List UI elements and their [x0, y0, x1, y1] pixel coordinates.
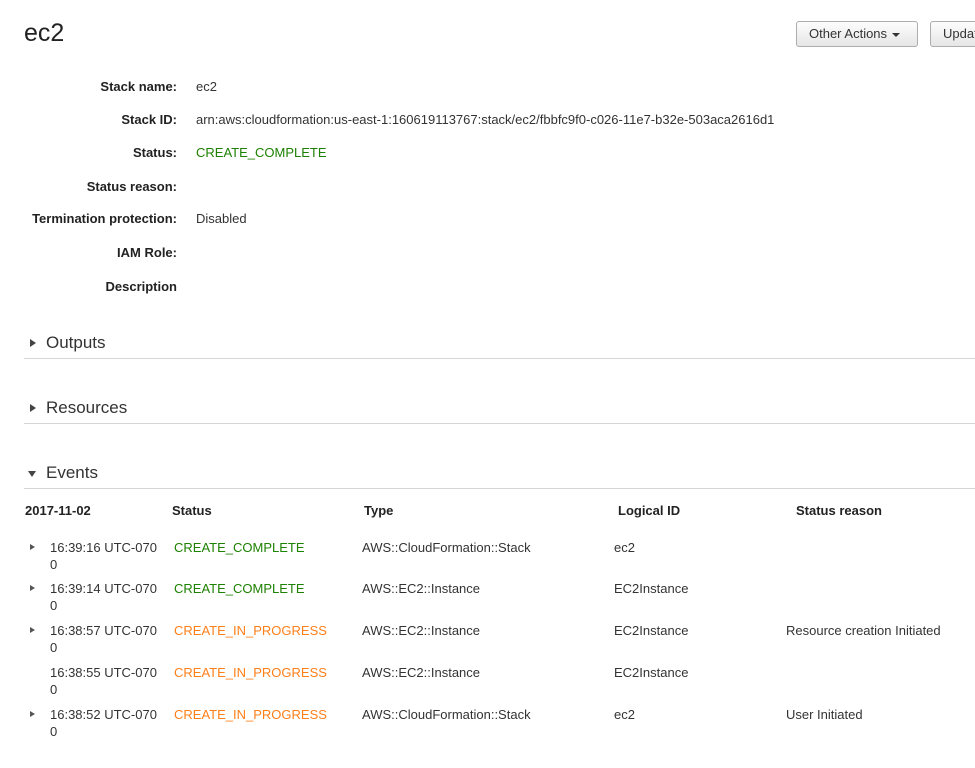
event-status: CREATE_IN_PROGRESS	[174, 707, 327, 722]
divider	[24, 358, 975, 359]
page-title: ec2	[24, 19, 65, 47]
event-type: AWS::EC2::Instance	[362, 623, 481, 638]
expand-row-icon[interactable]	[30, 544, 35, 550]
table-row[interactable]: 16:39:14 UTC-0700 CREATE_COMPLETE AWS::E…	[0, 581, 975, 621]
event-status: CREATE_IN_PROGRESS	[174, 665, 327, 680]
detail-label: Status reason:	[86, 179, 177, 194]
detail-label: Termination protection:	[32, 211, 177, 226]
section-title: Events	[46, 463, 98, 482]
divider	[24, 488, 975, 489]
detail-value: arn:aws:cloudformation:us-east-1:1606191…	[196, 112, 775, 127]
table-row[interactable]: 16:38:57 UTC-0700 CREATE_IN_PROGRESS AWS…	[0, 623, 975, 663]
event-time: 16:38:52 UTC-0700	[50, 707, 157, 739]
other-actions-button[interactable]: Other Actions	[796, 21, 918, 47]
event-status: CREATE_COMPLETE	[174, 581, 305, 596]
detail-label: Stack name:	[100, 79, 177, 94]
section-outputs-toggle[interactable]: Outputs	[24, 333, 975, 357]
caret-down-icon	[892, 32, 901, 37]
status-value: CREATE_COMPLETE	[196, 145, 327, 160]
collapse-arrow-icon	[28, 471, 36, 477]
event-status: CREATE_IN_PROGRESS	[174, 623, 327, 638]
event-time: 16:39:16 UTC-0700	[50, 540, 157, 572]
section-events-toggle[interactable]: Events	[24, 463, 975, 487]
section-resources-toggle[interactable]: Resources	[24, 398, 975, 422]
event-type: AWS::CloudFormation::Stack	[362, 540, 531, 555]
event-logical-id: EC2Instance	[614, 665, 689, 680]
column-header-date[interactable]: 2017-11-02	[25, 503, 91, 518]
event-logical-id: ec2	[614, 707, 635, 722]
table-row: 16:38:55 UTC-0700 CREATE_IN_PROGRESS AWS…	[0, 665, 975, 705]
event-status: CREATE_COMPLETE	[174, 540, 305, 555]
table-row[interactable]: 16:38:52 UTC-0700 CREATE_IN_PROGRESS AWS…	[0, 707, 975, 747]
column-header-logical-id[interactable]: Logical ID	[618, 503, 680, 518]
event-logical-id: ec2	[614, 540, 635, 555]
divider	[24, 423, 975, 424]
event-logical-id: EC2Instance	[614, 581, 689, 596]
detail-value: ec2	[196, 79, 217, 94]
expand-arrow-icon	[30, 404, 36, 412]
event-status-reason: Resource creation Initiated	[786, 623, 941, 638]
detail-label: Description	[105, 279, 177, 294]
event-type: AWS::EC2::Instance	[362, 665, 481, 680]
event-type: AWS::CloudFormation::Stack	[362, 707, 531, 722]
event-time: 16:39:14 UTC-0700	[50, 581, 157, 613]
column-header-type[interactable]: Type	[364, 503, 393, 518]
detail-label: Stack ID:	[121, 112, 177, 127]
event-type: AWS::EC2::Instance	[362, 581, 481, 596]
expand-row-icon[interactable]	[30, 711, 35, 717]
detail-value: Disabled	[196, 211, 247, 226]
detail-label: Status:	[132, 145, 177, 160]
expand-arrow-icon	[30, 339, 36, 347]
expand-row-icon[interactable]	[30, 585, 35, 591]
event-status-reason: User Initiated	[786, 707, 863, 722]
section-title: Outputs	[46, 333, 106, 352]
section-title: Resources	[46, 398, 128, 417]
update-stack-button[interactable]: Update Stack	[930, 21, 975, 47]
event-logical-id: EC2Instance	[614, 623, 689, 638]
event-time: 16:38:57 UTC-0700	[50, 623, 157, 655]
expand-row-icon[interactable]	[30, 627, 35, 633]
table-row[interactable]: 16:39:16 UTC-0700 CREATE_COMPLETE AWS::C…	[0, 540, 975, 580]
event-time: 16:38:55 UTC-0700	[50, 665, 157, 697]
other-actions-label: Other Actions	[809, 26, 888, 41]
detail-label: IAM Role:	[117, 245, 177, 260]
column-header-status-reason[interactable]: Status reason	[796, 503, 882, 518]
column-header-status[interactable]: Status	[172, 503, 212, 518]
update-stack-label: Update Stack	[943, 26, 975, 41]
